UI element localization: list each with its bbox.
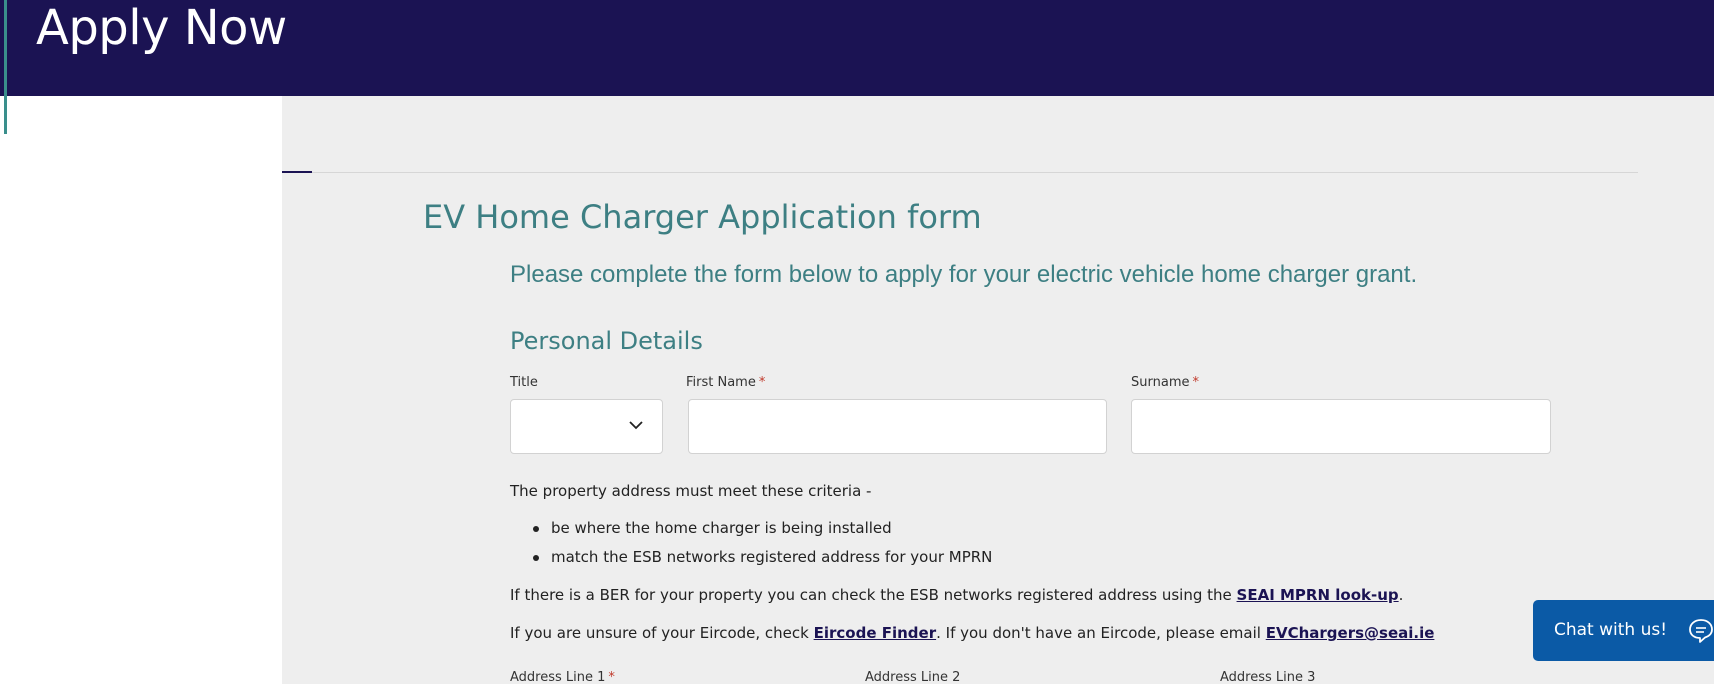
title-select[interactable]	[510, 399, 663, 454]
title-label-text: Title	[510, 375, 538, 390]
address-line-2-label-text: Address Line 2	[865, 670, 961, 685]
chevron-down-icon	[629, 421, 643, 430]
divider	[282, 172, 1638, 173]
header-accent-line	[4, 0, 7, 134]
first-name-label: First Name *	[686, 374, 765, 392]
form-intro: Please complete the form below to apply …	[510, 261, 1418, 288]
ber-end: .	[1398, 586, 1404, 604]
ber-paragraph: If there is a BER for your property you …	[510, 584, 1403, 606]
main-content: EV Home Charger Application form Please …	[282, 96, 1714, 687]
page-header: Apply Now	[0, 0, 1714, 96]
address-line-2-label: Address Line 2	[865, 669, 960, 687]
surname-input[interactable]	[1131, 399, 1551, 454]
address-line-3-label: Address Line 3	[1220, 669, 1315, 687]
address-line-1-label-text: Address Line 1	[510, 670, 606, 685]
address-line-1-label: Address Line 1 *	[510, 669, 615, 687]
eircode-mid-text: . If you don't have an Eircode, please e…	[936, 624, 1266, 642]
bullet-icon	[533, 526, 539, 532]
surname-label-text: Surname	[1131, 375, 1190, 390]
divider-accent	[282, 171, 312, 173]
surname-label: Surname *	[1131, 374, 1199, 392]
ber-text: If there is a BER for your property you …	[510, 586, 1237, 604]
eircode-text: If you are unsure of your Eircode, check	[510, 624, 814, 642]
criteria-item: be where the home charger is being insta…	[551, 519, 892, 537]
first-name-input[interactable]	[688, 399, 1107, 454]
required-marker: *	[608, 670, 615, 685]
eircode-finder-link[interactable]: Eircode Finder	[814, 624, 937, 642]
address-line-3-label-text: Address Line 3	[1220, 670, 1316, 685]
eircode-paragraph: If you are unsure of your Eircode, check…	[510, 622, 1434, 644]
bullet-icon	[533, 555, 539, 561]
chat-label: Chat with us!	[1554, 620, 1668, 640]
title-label: Title	[510, 374, 538, 392]
chat-bubble-icon	[1689, 619, 1713, 643]
form-title: EV Home Charger Application form	[423, 198, 982, 236]
ev-chargers-email-link[interactable]: EVChargers@seai.ie	[1266, 624, 1435, 642]
seai-mprn-lookup-link[interactable]: SEAI MPRN look-up	[1237, 586, 1399, 604]
required-marker: *	[1192, 375, 1199, 390]
page-title: Apply Now	[36, 0, 287, 56]
section-title-personal-details: Personal Details	[510, 327, 703, 355]
criteria-intro: The property address must meet these cri…	[510, 482, 872, 500]
criteria-item: match the ESB networks registered addres…	[551, 548, 993, 566]
chat-with-us-button[interactable]: Chat with us!	[1533, 600, 1714, 661]
required-marker: *	[758, 375, 766, 390]
first-name-label-text: First Name	[686, 375, 756, 390]
